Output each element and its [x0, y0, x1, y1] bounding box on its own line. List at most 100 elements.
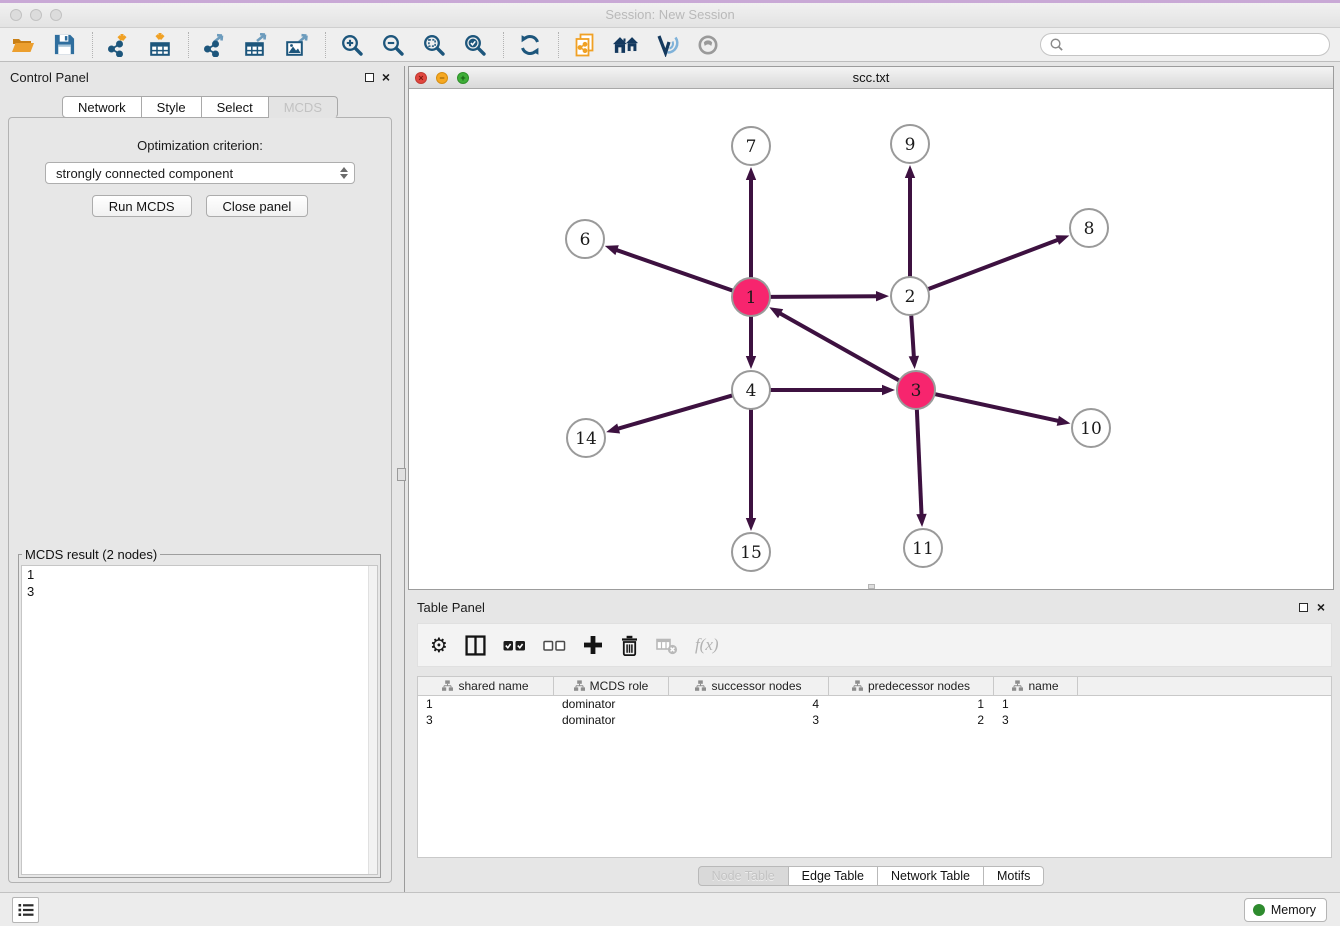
create-column-button[interactable] — [583, 631, 603, 659]
table-row[interactable]: 3dominator323 — [418, 712, 1331, 728]
close-panel-icon[interactable]: × — [382, 73, 390, 82]
search-input[interactable] — [1064, 38, 1321, 52]
table-cell[interactable]: dominator — [554, 712, 669, 728]
graph-edge-3-10[interactable] — [935, 394, 1060, 421]
search-icon — [1049, 37, 1064, 52]
table-cell[interactable]: dominator — [554, 696, 669, 712]
divider-handle-icon[interactable] — [397, 468, 406, 481]
toolbar-separator — [188, 32, 189, 58]
select-all-rows-button[interactable] — [503, 631, 526, 659]
tab-node-table[interactable]: Node Table — [698, 866, 789, 886]
export-image-button[interactable] — [284, 31, 310, 59]
zoom-fit-button[interactable] — [421, 31, 447, 59]
table-settings-button[interactable]: ⚙ — [430, 631, 448, 659]
home-button[interactable] — [613, 31, 639, 59]
import-network-icon — [107, 33, 131, 57]
show-graphics-details-button[interactable] — [695, 31, 721, 59]
export-network-button[interactable] — [202, 31, 228, 59]
column-type-icon — [1012, 680, 1023, 692]
edge-arrowhead-icon — [882, 385, 895, 395]
column-header-predecessor-nodes[interactable]: predecessor nodes — [829, 677, 994, 695]
column-type-icon — [442, 680, 453, 692]
export-image-icon — [285, 33, 309, 57]
graph-edge-2-8[interactable] — [928, 239, 1059, 289]
network-window-title: scc.txt — [409, 70, 1333, 85]
network-graph[interactable]: 7968124314101511 — [409, 89, 1333, 589]
table-cell[interactable]: 3 — [669, 712, 829, 728]
column-header-successor-nodes[interactable]: successor nodes — [669, 677, 829, 695]
zoom-out-button[interactable] — [380, 31, 406, 59]
window-title: Session: New Session — [0, 7, 1340, 22]
export-network-icon — [203, 33, 227, 57]
zoom-in-button[interactable] — [339, 31, 365, 59]
tab-network[interactable]: Network — [62, 96, 142, 118]
table-cell[interactable]: 4 — [669, 696, 829, 712]
tab-select[interactable]: Select — [202, 96, 269, 118]
node-label-6: 6 — [580, 230, 591, 250]
network-canvas[interactable]: 7968124314101511 — [409, 89, 1333, 589]
mcds-result-area[interactable]: 13 — [21, 565, 378, 875]
network-file-icon — [573, 33, 597, 57]
delete-table-button[interactable] — [656, 631, 678, 659]
table-cell[interactable]: 3 — [994, 712, 1078, 728]
tab-motifs[interactable]: Motifs — [984, 866, 1044, 886]
edge-arrowhead-icon — [1057, 416, 1071, 426]
panel-divider[interactable] — [397, 63, 408, 892]
float-table-panel-icon[interactable] — [1299, 603, 1308, 612]
import-table-button[interactable] — [147, 31, 173, 59]
graph-edge-1-6[interactable] — [615, 250, 733, 291]
mcds-result-box: MCDS result (2 nodes) 13 — [18, 547, 381, 878]
network-window: × − + scc.txt 7968124314101511 — [408, 66, 1334, 590]
tab-style[interactable]: Style — [142, 96, 202, 118]
graph-edge-3-11[interactable] — [917, 409, 922, 516]
tab-mcds[interactable]: MCDS — [269, 96, 338, 118]
graph-edge-3-1[interactable] — [779, 313, 900, 381]
task-history-button[interactable] — [12, 897, 39, 923]
edge-arrowhead-icon — [905, 165, 915, 178]
close-panel-button[interactable]: Close panel — [206, 195, 309, 217]
column-header-label: name — [1028, 679, 1058, 693]
column-header-MCDS-role[interactable]: MCDS role — [554, 677, 669, 695]
graph-edge-2-3[interactable] — [911, 315, 914, 358]
column-type-icon — [852, 680, 863, 692]
network-window-titlebar[interactable]: × − + scc.txt — [409, 67, 1333, 89]
column-header-shared-name[interactable]: shared name — [418, 677, 554, 695]
table-cell[interactable]: 1 — [418, 696, 554, 712]
tab-edge-table[interactable]: Edge Table — [789, 866, 878, 886]
criterion-select[interactable]: strongly connected component — [45, 162, 355, 184]
memory-button[interactable]: Memory — [1244, 898, 1327, 922]
result-scrollbar[interactable] — [368, 566, 377, 874]
zoom-selected-button[interactable] — [462, 31, 488, 59]
delete-column-button[interactable] — [620, 631, 639, 659]
edge-arrowhead-icon — [606, 424, 620, 434]
close-table-panel-icon[interactable]: × — [1317, 603, 1325, 612]
save-session-button[interactable] — [51, 31, 77, 59]
open-session-button[interactable] — [10, 31, 36, 59]
control-panel-title: Control Panel — [10, 70, 89, 85]
edge-arrowhead-icon — [909, 356, 919, 369]
tab-network-table[interactable]: Network Table — [878, 866, 984, 886]
table-cell[interactable]: 3 — [418, 712, 554, 728]
table-cell[interactable]: 1 — [829, 696, 994, 712]
run-mcds-button[interactable]: Run MCDS — [92, 195, 192, 217]
graph-edge-1-2[interactable] — [770, 296, 878, 297]
zoom-fit-icon — [422, 33, 446, 57]
table-row[interactable]: 1dominator411 — [418, 696, 1331, 712]
canvas-resize-handle-icon[interactable] — [868, 584, 875, 589]
control-panel-tabs: NetworkStyleSelectMCDS — [3, 96, 397, 118]
deselect-all-rows-button[interactable] — [543, 631, 566, 659]
function-builder-button[interactable]: f(x) — [695, 631, 719, 659]
float-panel-icon[interactable] — [365, 73, 374, 82]
memory-label: Memory — [1271, 903, 1316, 917]
export-table-button[interactable] — [243, 31, 269, 59]
network-file-button[interactable] — [572, 31, 598, 59]
vizmapper-button[interactable] — [654, 31, 680, 59]
column-header-name[interactable]: name — [994, 677, 1078, 695]
import-network-button[interactable] — [106, 31, 132, 59]
toggle-column-pane-button[interactable] — [465, 631, 486, 659]
apply-layout-button[interactable] — [517, 31, 543, 59]
table-cell[interactable]: 1 — [994, 696, 1078, 712]
table-cell[interactable]: 2 — [829, 712, 994, 728]
graph-edge-4-14[interactable] — [617, 395, 733, 429]
save-icon — [53, 33, 76, 56]
